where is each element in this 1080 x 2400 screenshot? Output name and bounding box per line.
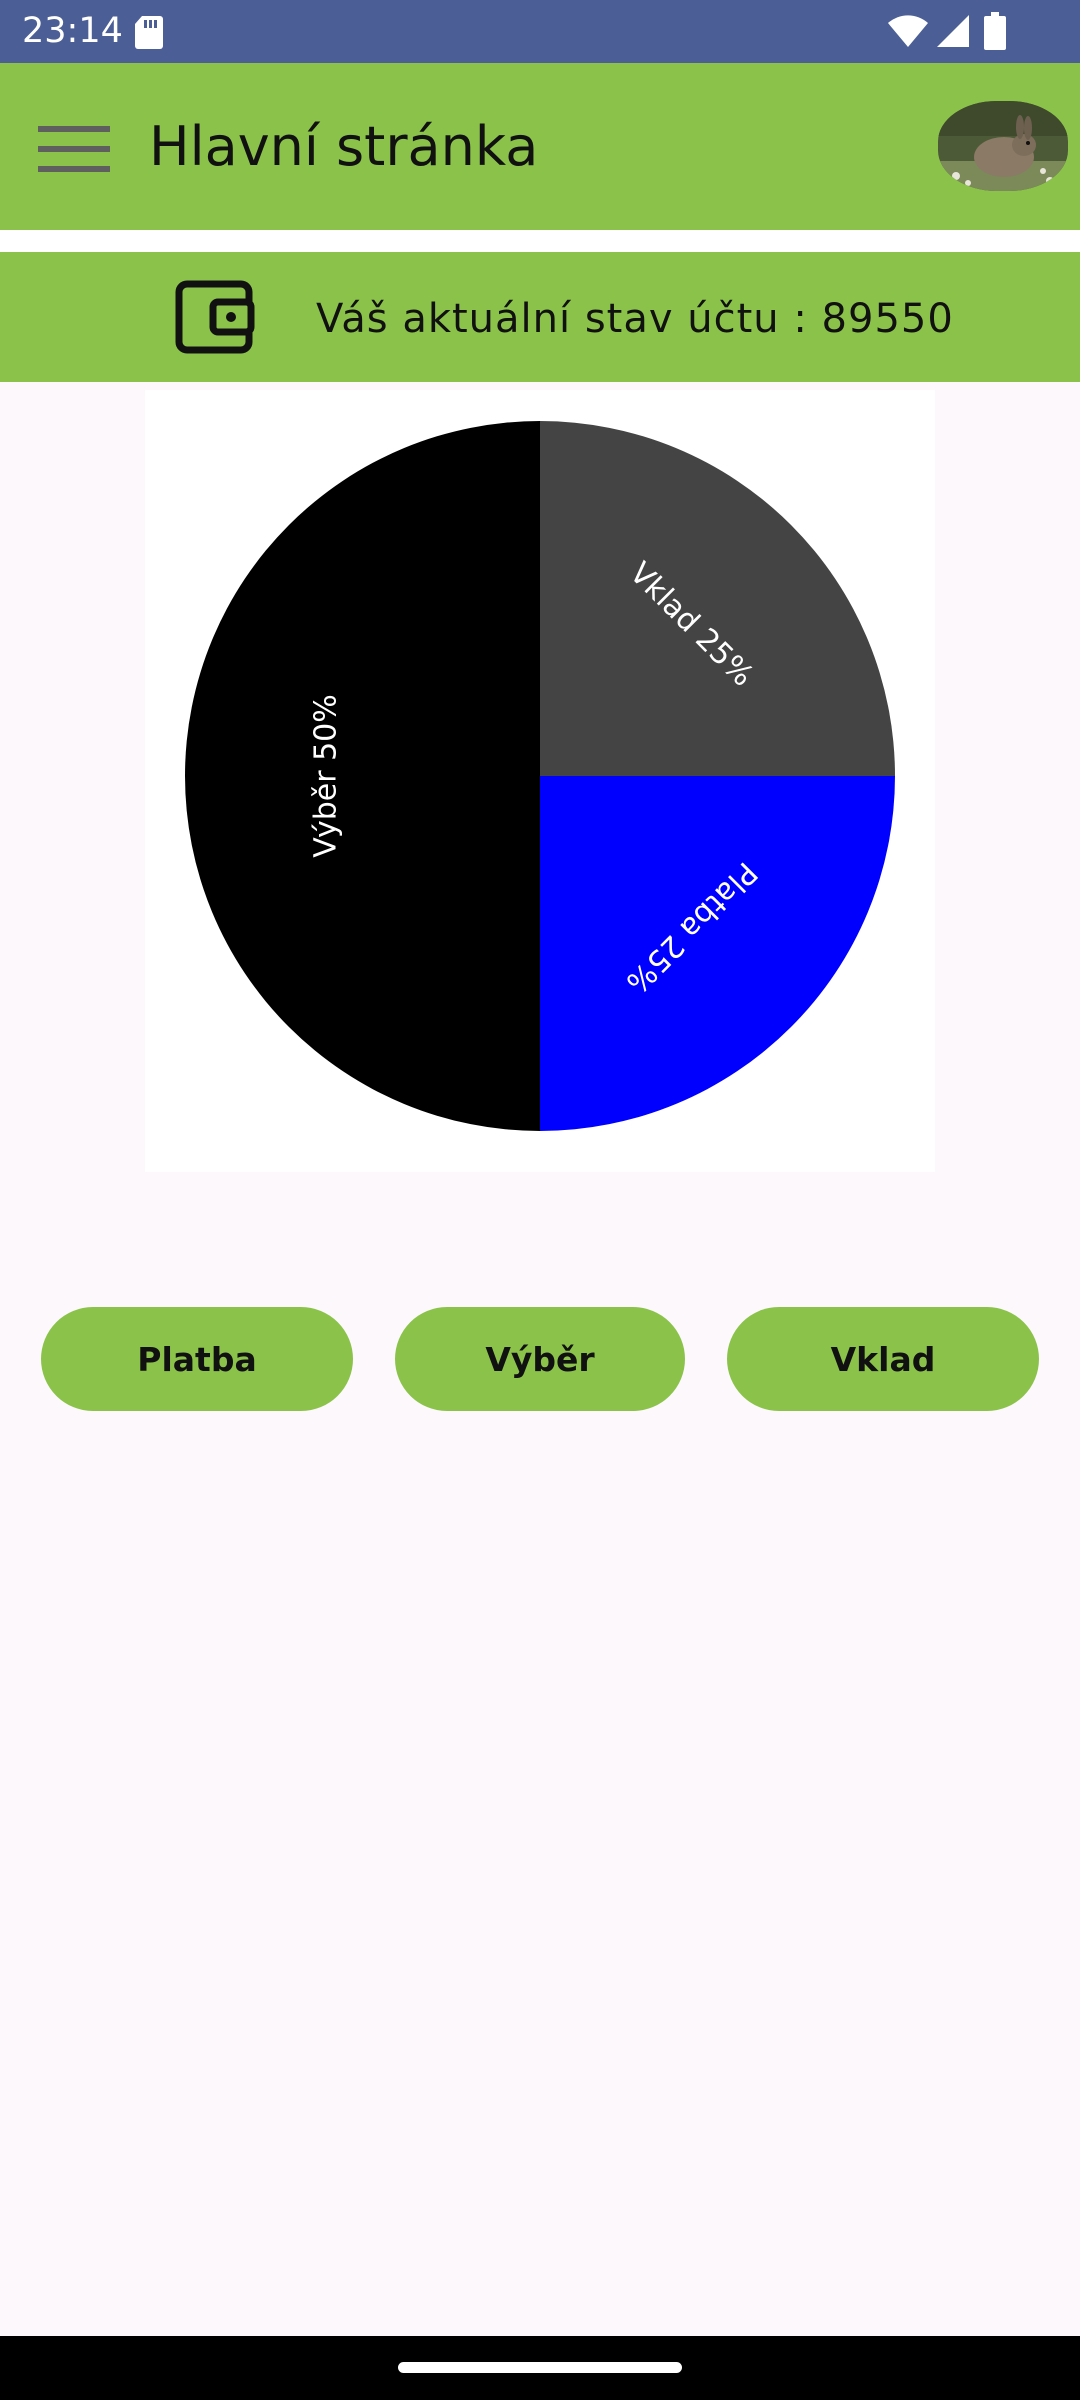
sd-card-icon [135, 16, 163, 49]
battery-icon [984, 12, 1006, 50]
pie-slice [185, 421, 540, 1131]
wifi-icon [888, 15, 928, 47]
divider-strip [0, 230, 1080, 252]
pie-slice-label: Výběr 50% [309, 694, 344, 858]
balance-text: Váš aktuální stav účtu : 89550 [316, 296, 954, 342]
pie-chart: Vklad 25%Platba 25%Výběr 50% [185, 421, 895, 1131]
page-title: Hlavní stránka [149, 115, 539, 178]
home-indicator[interactable] [398, 2362, 682, 2373]
pie-slice [540, 776, 895, 1131]
vklad-button[interactable]: Vklad [727, 1307, 1039, 1411]
status-bar: 23:14 [0, 0, 1080, 63]
rabbit-avatar[interactable] [938, 101, 1068, 191]
vyber-button[interactable]: Výběr [395, 1307, 685, 1411]
status-time: 23:14 [22, 11, 123, 51]
wallet-icon [175, 280, 255, 354]
signal-icon [937, 15, 969, 47]
pie-slice [540, 421, 895, 776]
menu-icon[interactable] [38, 124, 110, 174]
pie-chart-panel: Vklad 25% Platba 25% Výběr 50% [145, 390, 935, 1172]
platba-button[interactable]: Platba [41, 1307, 353, 1411]
